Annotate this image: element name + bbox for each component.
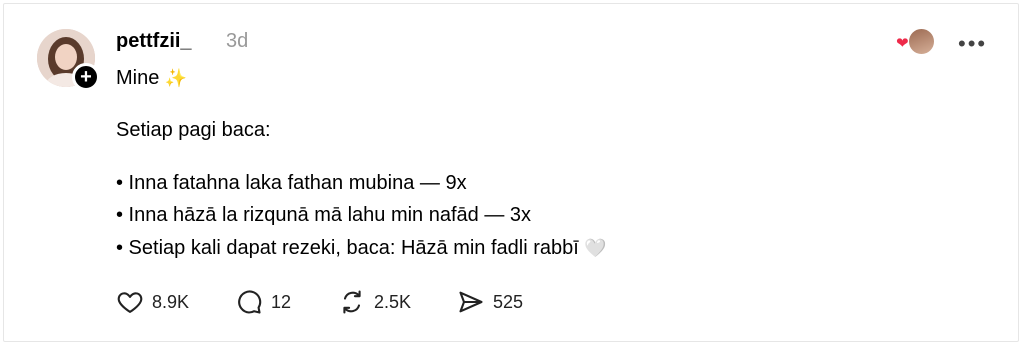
like-button[interactable]: 8.9K: [116, 288, 189, 316]
reactor-avatar: [908, 28, 935, 55]
author-avatar-group[interactable]: +: [37, 29, 100, 91]
post-line-4: • Setiap kali dapat rezeki, baca: Hāzā m…: [116, 237, 607, 260]
heart-outline-icon: [117, 292, 143, 313]
share-button[interactable]: 525: [457, 288, 523, 316]
repost-button[interactable]: 2.5K: [338, 288, 411, 316]
liked-by-avatars[interactable]: ❤: [896, 28, 936, 56]
post-line-1: Setiap pagi baca:: [116, 119, 271, 141]
post-line-2: • Inna fatahna laka fathan mubina — 9x: [116, 172, 467, 194]
post-timestamp[interactable]: 3d: [226, 30, 248, 53]
reply-button[interactable]: 12: [235, 288, 291, 316]
author-username[interactable]: pettfzii_: [116, 30, 192, 53]
sparkles-emoji-icon: ✨: [164, 68, 188, 88]
white-heart-emoji-icon: 🤍: [584, 238, 607, 258]
caption-text: Mine: [116, 67, 160, 89]
repost-count: 2.5K: [374, 291, 412, 312]
post-caption: Mine ✨: [116, 67, 187, 90]
post-line-3: • Inna hāzā la rizqunā mā lahu min nafād…: [116, 204, 532, 226]
post-line-4-text: • Setiap kali dapat rezeki, baca: Hāzā m…: [116, 237, 579, 259]
repost-arrows-icon: [343, 290, 361, 314]
more-options-icon[interactable]: •••: [958, 33, 987, 55]
follow-plus-icon[interactable]: +: [72, 63, 100, 91]
red-heart-icon: ❤: [896, 35, 909, 52]
like-count: 8.9K: [152, 291, 190, 312]
speech-bubble-icon: [238, 290, 262, 314]
share-count: 525: [493, 291, 524, 312]
paper-plane-icon: [459, 291, 483, 313]
reply-count: 12: [271, 291, 292, 312]
